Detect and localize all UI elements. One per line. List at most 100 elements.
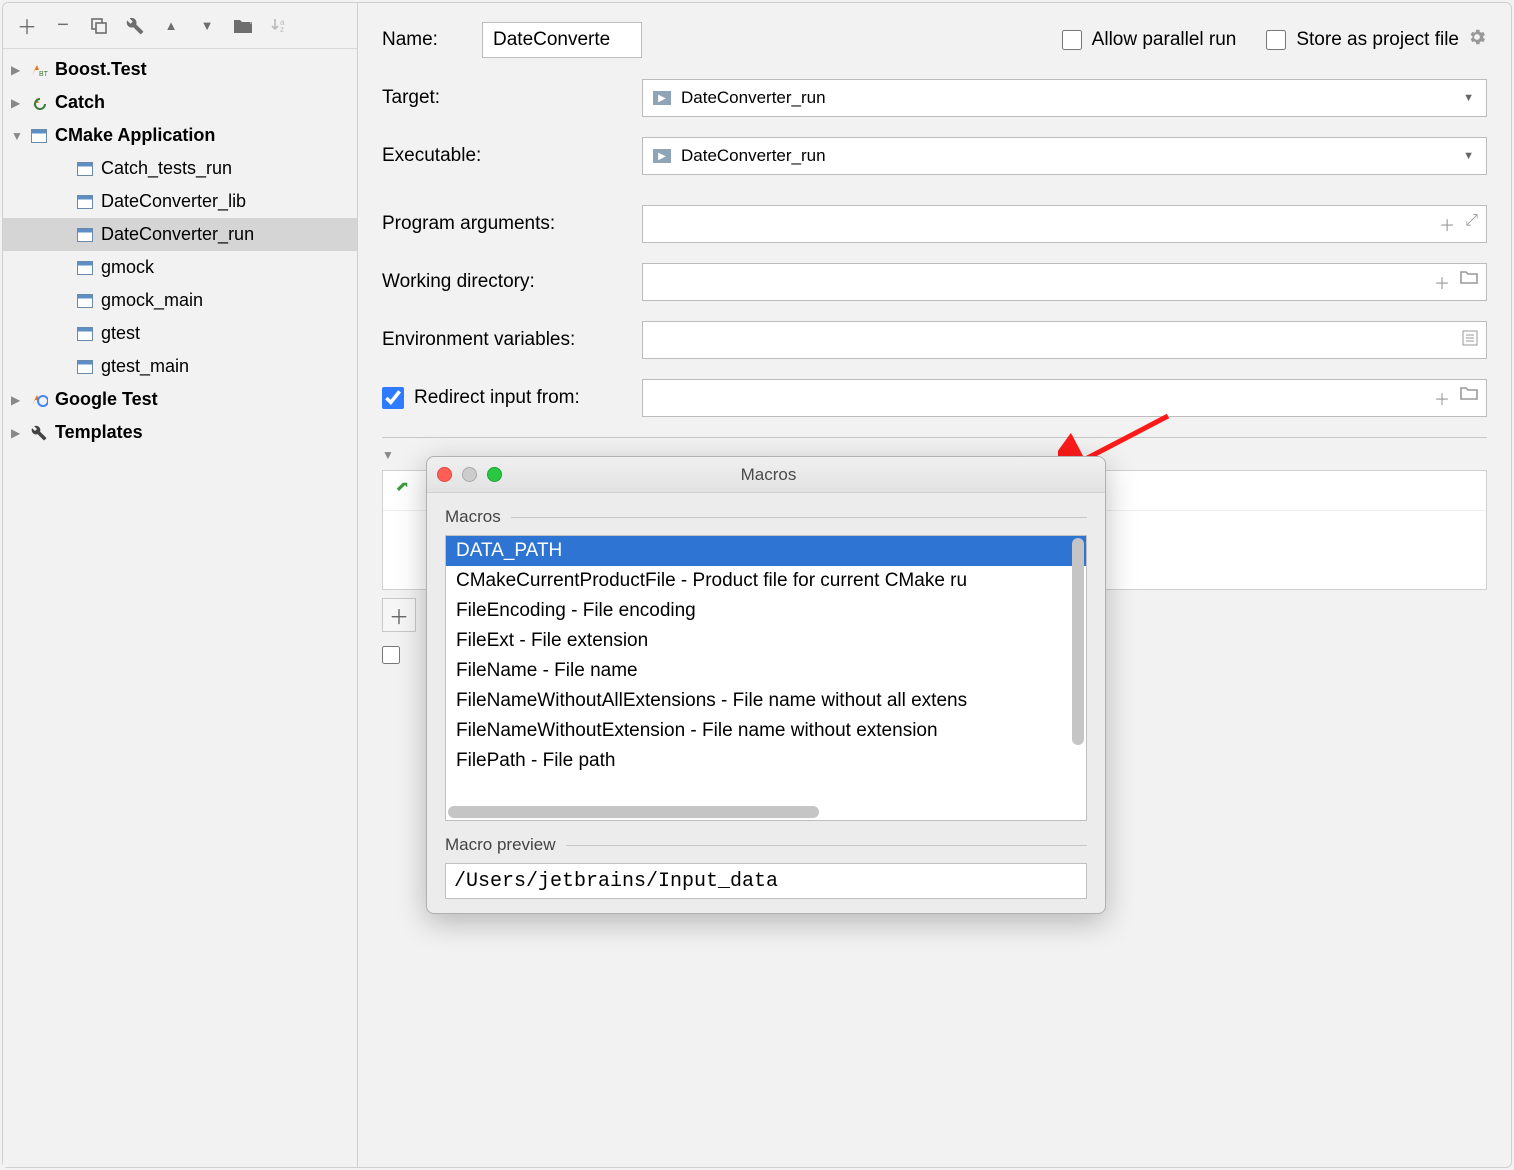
horizontal-scrollbar[interactable] <box>448 806 1066 818</box>
list-item[interactable]: DATA_PATH <box>446 536 1086 566</box>
plus-icon[interactable]: ＋ <box>1439 212 1455 236</box>
tree-label: CMake Application <box>55 125 215 146</box>
env-vars-label: Environment variables: <box>382 329 642 351</box>
divider <box>511 517 1087 518</box>
app-icon <box>75 260 95 276</box>
target-combo[interactable]: ▶ DateConverter_run ▼ <box>642 79 1487 117</box>
expand-arrow-icon: ▶ <box>11 96 29 110</box>
tree-item-gtest-main[interactable]: gtest_main <box>3 350 357 383</box>
move-up-button[interactable]: ▲ <box>155 10 187 42</box>
list-item[interactable]: FileNameWithoutExtension - File name wit… <box>446 716 1086 746</box>
add-task-button[interactable]: ＋ <box>382 598 416 632</box>
list-item[interactable]: FileEncoding - File encoding <box>446 596 1086 626</box>
bottom-checkbox[interactable] <box>382 646 400 664</box>
plus-icon[interactable]: ＋ <box>1434 386 1450 410</box>
app-icon <box>75 359 95 375</box>
app-icon <box>29 128 49 144</box>
dialog-title: Macros <box>442 465 1095 485</box>
sort-button[interactable]: az <box>263 10 295 42</box>
divider <box>566 845 1087 846</box>
program-args-label: Program arguments: <box>382 213 642 235</box>
app-icon <box>75 161 95 177</box>
expand-arrow-icon: ▼ <box>11 129 29 143</box>
tree-item-catch[interactable]: ▶ Catch <box>3 86 357 119</box>
tree-item-cmake-app[interactable]: ▼ CMake Application <box>3 119 357 152</box>
tree-item-gtest[interactable]: gtest <box>3 317 357 350</box>
tree-item-catch-tests-run[interactable]: Catch_tests_run <box>3 152 357 185</box>
env-vars-input[interactable] <box>642 321 1487 359</box>
executable-value: DateConverter_run <box>681 146 826 166</box>
redirect-label: Redirect input from: <box>414 387 580 409</box>
tree-label: gtest <box>101 323 140 344</box>
store-project-box[interactable] <box>1266 30 1286 50</box>
tree-item-templates[interactable]: ▶ Templates <box>3 416 357 449</box>
left-panel: ＋ − ▲ ▼ + az ▶ BT Boost.Test <box>3 3 358 1167</box>
wrench-icon <box>29 425 49 441</box>
app-icon <box>75 326 95 342</box>
catch-icon <box>29 95 49 111</box>
working-dir-input[interactable]: ＋ <box>642 263 1487 301</box>
dialog-titlebar[interactable]: Macros <box>427 457 1105 493</box>
gear-icon[interactable] <box>1467 27 1487 53</box>
executable-label: Executable: <box>382 145 642 167</box>
tree-item-dateconverter-lib[interactable]: DateConverter_lib <box>3 185 357 218</box>
tree-label: Templates <box>55 422 143 443</box>
tree-item-dateconverter-run[interactable]: DateConverter_run <box>3 218 357 251</box>
plus-icon[interactable]: ＋ <box>1434 270 1450 294</box>
macros-dialog: Macros Macros DATA_PATH CMakeCurrentProd… <box>426 456 1106 914</box>
list-icon[interactable] <box>1462 330 1478 351</box>
working-dir-label: Working directory: <box>382 271 642 293</box>
target-value: DateConverter_run <box>681 88 826 108</box>
list-item[interactable]: CMakeCurrentProductFile - Product file f… <box>446 566 1086 596</box>
move-down-button[interactable]: ▼ <box>191 10 223 42</box>
list-item[interactable]: FileExt - File extension <box>446 626 1086 656</box>
tree-item-gmock[interactable]: gmock <box>3 251 357 284</box>
edit-button[interactable] <box>119 10 151 42</box>
app-icon <box>75 194 95 210</box>
macros-group-label: Macros <box>445 507 501 527</box>
remove-button[interactable]: − <box>47 10 79 42</box>
redirect-input[interactable]: ＋ <box>642 379 1487 417</box>
tree-label: DateConverter_run <box>101 224 254 245</box>
tree-label: Catch_tests_run <box>101 158 232 179</box>
tree-item-boost-test[interactable]: ▶ BT Boost.Test <box>3 53 357 86</box>
svg-text:+: + <box>248 18 253 28</box>
tree-label: gmock_main <box>101 290 203 311</box>
svg-text:z: z <box>280 25 284 34</box>
name-label: Name: <box>382 29 482 51</box>
add-button[interactable]: ＋ <box>11 10 43 42</box>
redirect-checkbox[interactable] <box>382 387 404 409</box>
list-item[interactable]: FileNameWithoutAllExtensions - File name… <box>446 686 1086 716</box>
tree-item-google-test[interactable]: ▶ Google Test <box>3 383 357 416</box>
list-item[interactable]: FilePath - File path <box>446 746 1086 776</box>
app-icon <box>75 293 95 309</box>
program-args-input[interactable]: ＋ ⤢ <box>642 205 1487 243</box>
vertical-scrollbar[interactable] <box>1072 538 1084 804</box>
macro-list[interactable]: DATA_PATH CMakeCurrentProductFile - Prod… <box>445 535 1087 821</box>
tree-label: Catch <box>55 92 105 113</box>
macro-preview: /Users/jetbrains/Input_data <box>445 863 1087 899</box>
play-icon: ▶ <box>653 149 671 163</box>
target-label: Target: <box>382 87 642 109</box>
folder-icon[interactable] <box>1460 386 1478 410</box>
store-project-label: Store as project file <box>1296 29 1459 51</box>
name-input[interactable] <box>482 22 642 58</box>
folder-button[interactable]: + <box>227 10 259 42</box>
allow-parallel-checkbox[interactable]: Allow parallel run <box>1062 29 1237 51</box>
store-project-checkbox[interactable]: Store as project file <box>1266 29 1459 51</box>
tree-item-gmock-main[interactable]: gmock_main <box>3 284 357 317</box>
gtest-icon <box>29 392 49 408</box>
chevron-down-icon: ▼ <box>382 448 394 462</box>
app-icon <box>75 227 95 243</box>
chevron-down-icon: ▼ <box>1463 92 1474 104</box>
tree-label: gtest_main <box>101 356 189 377</box>
executable-combo[interactable]: ▶ DateConverter_run ▼ <box>642 137 1487 175</box>
preview-group-label: Macro preview <box>445 835 556 855</box>
expand-arrow-icon: ▶ <box>11 393 29 407</box>
expand-icon[interactable]: ⤢ <box>1465 212 1478 236</box>
allow-parallel-box[interactable] <box>1062 30 1082 50</box>
list-item[interactable]: FileName - File name <box>446 656 1086 686</box>
tree-label: Boost.Test <box>55 59 147 80</box>
copy-button[interactable] <box>83 10 115 42</box>
folder-icon[interactable] <box>1460 270 1478 294</box>
